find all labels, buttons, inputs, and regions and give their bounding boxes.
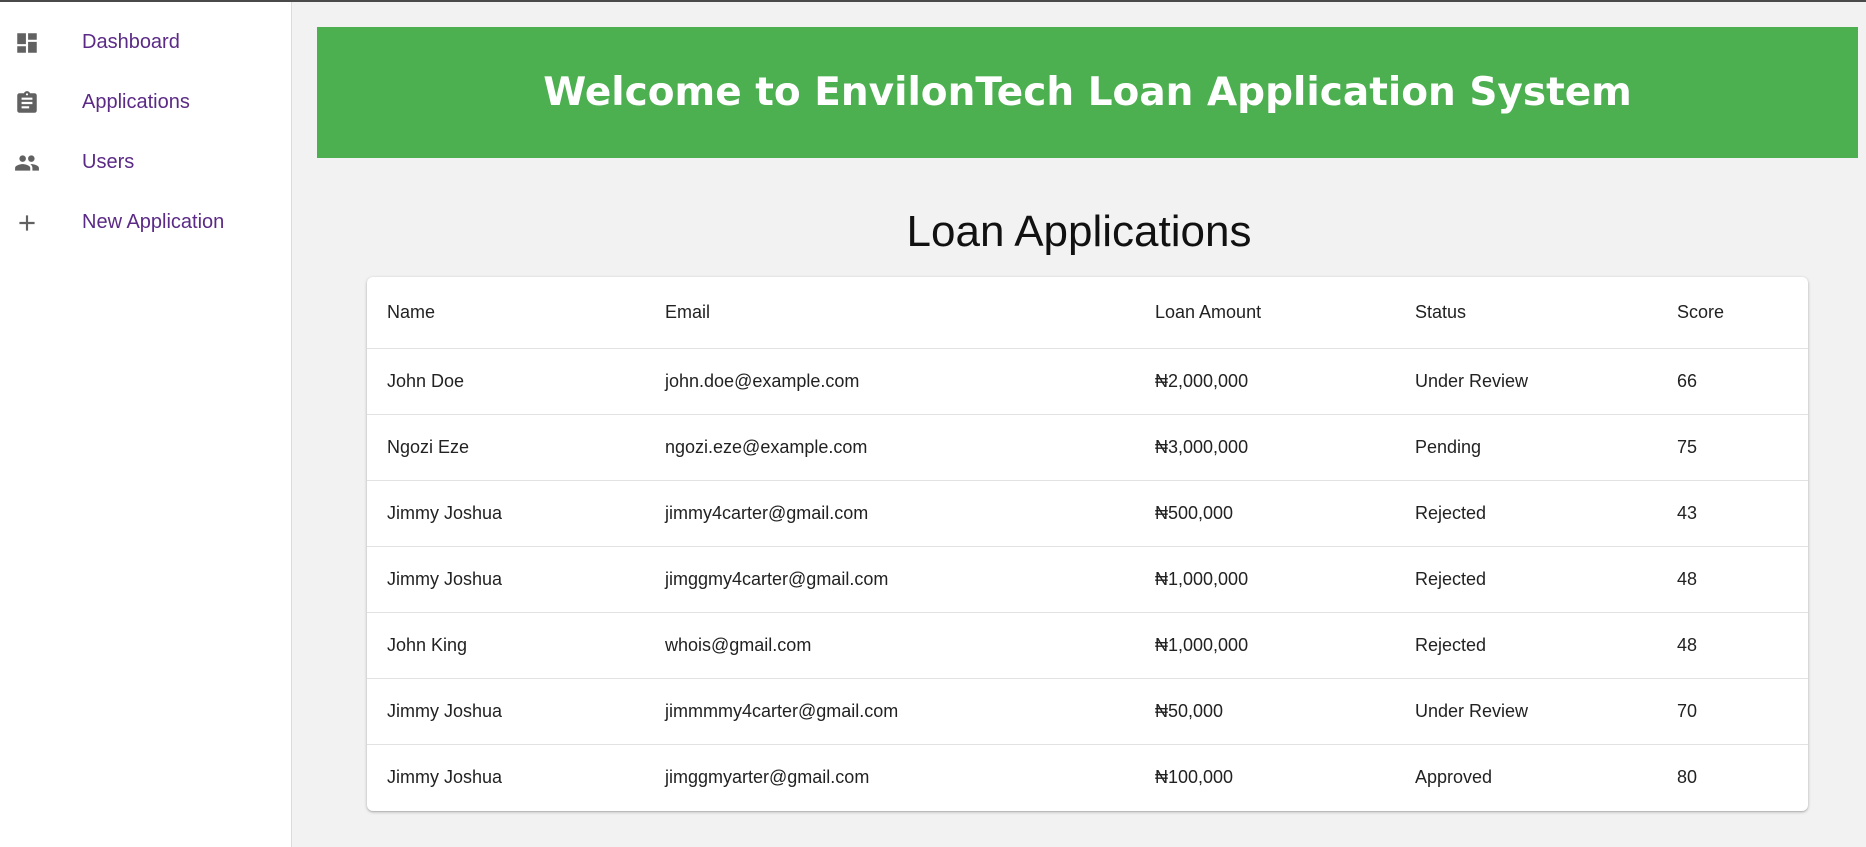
cell-email: whois@gmail.com (645, 612, 1135, 679)
cell-score: 80 (1677, 766, 1698, 787)
cell-score: 48 (1657, 612, 1808, 679)
table-header-row: Name Email Loan Amount Status Score (367, 277, 1808, 349)
column-header-loan-amount: Loan Amount (1135, 277, 1395, 349)
cell-email: jimggmyarter@gmail.com (665, 766, 870, 787)
sidebar-item-dashboard[interactable]: Dashboard (0, 12, 291, 72)
column-header-score: Score (1657, 277, 1808, 349)
column-header-status: Status (1395, 277, 1657, 349)
clipboard-icon (17, 91, 37, 113)
cell-loan-amount: ₦50,000 (1135, 678, 1395, 745)
sidebar-item-applications[interactable]: Applications (0, 72, 291, 132)
table-row[interactable]: Jimmy Joshua jimmy4carter@gmail.com ₦500… (367, 480, 1808, 547)
cell-email: jimggmy4carter@gmail.com (645, 546, 1135, 613)
cell-status: Pending (1395, 414, 1657, 481)
sidebar-item-label: Dashboard (82, 30, 180, 53)
table-row[interactable]: Ngozi Eze ngozi.eze@example.com ₦3,000,0… (367, 414, 1808, 481)
column-header-email: Email (645, 277, 1135, 349)
cell-score: 48 (1657, 546, 1808, 613)
cell-score: 66 (1657, 348, 1808, 415)
cell-name: Jimmy Joshua (367, 480, 645, 547)
cell-name: Jimmy Joshua (367, 678, 645, 745)
column-header-name: Name (367, 277, 645, 349)
cell-name: Ngozi Eze (367, 414, 645, 481)
cell-name: Jimmy Joshua (367, 546, 645, 613)
cell-status: Rejected (1395, 480, 1657, 547)
cell-name: John Doe (367, 348, 645, 415)
cell-email: john.doe@example.com (645, 348, 1135, 415)
cell-status: Rejected (1395, 612, 1657, 679)
table-row[interactable]: Jimmy Joshua jimggmyarter@gmail.com ₦100… (367, 744, 1808, 810)
sidebar-item-label: Applications (82, 90, 190, 113)
cell-loan-amount: ₦3,000,000 (1135, 414, 1395, 481)
welcome-banner: Welcome to EnvilonTech Loan Application … (317, 27, 1858, 158)
cell-email: ngozi.eze@example.com (645, 414, 1135, 481)
cell-score: 75 (1657, 414, 1808, 481)
cell-name: Jimmy Joshua (387, 766, 503, 787)
cell-loan-amount: ₦2,000,000 (1135, 348, 1395, 415)
banner-title: Welcome to EnvilonTech Loan Application … (543, 70, 1632, 115)
plus-icon (19, 215, 35, 231)
sidebar-item-users[interactable]: Users (0, 132, 291, 192)
main-content: Welcome to EnvilonTech Loan Application … (292, 2, 1866, 847)
table-row[interactable]: Jimmy Joshua jimggmy4carter@gmail.com ₦1… (367, 546, 1808, 613)
people-icon (15, 155, 39, 171)
cell-score: 70 (1657, 678, 1808, 745)
table-row[interactable]: Jimmy Joshua jimmmmy4carter@gmail.com ₦5… (367, 678, 1808, 745)
cell-name: John King (367, 612, 645, 679)
sidebar: Dashboard Applications Users New Applica… (0, 2, 292, 847)
dashboard-icon (17, 33, 37, 53)
cell-loan-amount: ₦100,000 (1155, 766, 1234, 787)
sidebar-item-label: Users (82, 150, 135, 173)
sidebar-item-new-application[interactable]: New Application (0, 192, 291, 252)
table-row[interactable]: John King whois@gmail.com ₦1,000,000 Rej… (367, 612, 1808, 679)
cell-email: jimmmmy4carter@gmail.com (645, 678, 1135, 745)
sidebar-item-label: New Application (82, 210, 225, 233)
table-row[interactable]: John Doe john.doe@example.com ₦2,000,000… (367, 348, 1808, 415)
applications-table-card: Name Email Loan Amount Status Score John… (367, 277, 1808, 811)
cell-email: jimmy4carter@gmail.com (645, 480, 1135, 547)
cell-status: Under Review (1395, 678, 1657, 745)
page-title: Loan Applications (906, 207, 1252, 256)
cell-loan-amount: ₦500,000 (1135, 480, 1395, 547)
cell-status: Under Review (1395, 348, 1657, 415)
cell-loan-amount: ₦1,000,000 (1135, 612, 1395, 679)
cell-status: Rejected (1395, 546, 1657, 613)
applications-table: Name Email Loan Amount Status Score John… (367, 277, 1808, 810)
cell-loan-amount: ₦1,000,000 (1135, 546, 1395, 613)
cell-status: Approved (1415, 766, 1493, 787)
cell-score: 43 (1657, 480, 1808, 547)
